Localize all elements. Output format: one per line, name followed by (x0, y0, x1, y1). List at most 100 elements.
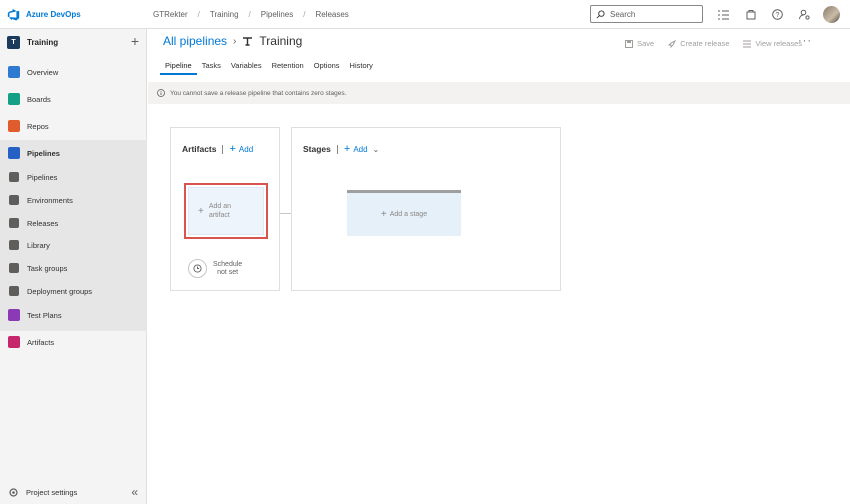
add-artifact-line1: Add an (208, 203, 232, 210)
sidebar-item-label: Test Plans (27, 310, 62, 320)
tab-history[interactable]: History (345, 61, 378, 75)
sidebar-item-label: Overview (27, 67, 59, 77)
stages-title: Stages (303, 144, 331, 154)
pipelines-bar-icon (9, 172, 19, 182)
all-pipelines-link[interactable]: All pipelines (163, 34, 227, 48)
sidebar-subitem-task-groups[interactable]: Task groups (0, 258, 147, 278)
tab-variables[interactable]: Variables (226, 61, 267, 75)
svg-text:?: ? (776, 12, 780, 19)
collapse-sidebar-icon[interactable]: « (131, 485, 138, 499)
chevron-down-icon: ⌄ (372, 144, 380, 154)
search-input[interactable] (610, 9, 700, 19)
divider (222, 144, 224, 154)
azure-devops-logo-icon (7, 8, 20, 21)
sidebar-subitem-deployment-groups[interactable]: Deployment groups (0, 281, 147, 301)
pipelines-rocket-icon (8, 147, 20, 159)
sidebar-item-label: Deployment groups (27, 286, 93, 296)
breadcrumb: GTRekter / Training / Pipelines / Releas… (153, 10, 349, 19)
breadcrumb-pipelines[interactable]: Pipelines (261, 10, 293, 19)
schedule-line1: Schedule (213, 260, 243, 268)
sidebar-item-boards[interactable]: Boards (0, 89, 147, 109)
sidebar-subitem-releases[interactable]: Releases (0, 213, 147, 233)
library-icon (9, 240, 19, 250)
deployment-groups-icon (9, 286, 19, 296)
breadcrumb-org[interactable]: GTRekter (153, 10, 188, 19)
toolbar-actions: Save Create release View releases (625, 39, 802, 48)
sidebar-subitem-pipelines[interactable]: Pipelines (0, 167, 147, 187)
search-box[interactable] (590, 5, 703, 23)
sidebar-subitem-library[interactable]: Library (0, 235, 147, 255)
project-name: Training (27, 37, 59, 47)
top-icons: ? (717, 8, 811, 21)
gear-icon (9, 487, 18, 497)
pipeline-name[interactable]: Training (259, 34, 302, 48)
schedule-text: Schedule not set (213, 261, 242, 277)
sidebar-item-test-plans[interactable]: Test Plans (0, 305, 147, 325)
breadcrumb-separator: / (303, 10, 306, 19)
sidebar-item-label: Library (27, 240, 50, 250)
pipeline-tabs: Pipeline Tasks Variables Retention Optio… (160, 61, 378, 75)
boards-icon (8, 93, 20, 105)
info-banner: You cannot save a release pipeline that … (148, 82, 850, 104)
avatar[interactable] (823, 6, 840, 23)
add-artifact-tile[interactable]: + Add an artifact (184, 183, 268, 239)
sidebar-subitem-environments[interactable]: Environments (0, 190, 147, 210)
info-icon (157, 89, 165, 97)
project-settings[interactable]: Project settings « (0, 480, 147, 504)
chevron-right-icon: › (233, 35, 237, 47)
breadcrumb-separator: / (248, 10, 251, 19)
add-stage-dropdown[interactable]: + Add ⌄ (343, 143, 380, 155)
add-artifact-link[interactable]: + Add (229, 144, 254, 155)
new-item-plus-icon[interactable]: + (131, 34, 139, 48)
schedule-trigger[interactable]: Schedule not set (188, 259, 242, 278)
add-label: Add (238, 144, 254, 154)
plus-icon: + (380, 209, 387, 220)
stages-header: Stages + Add ⌄ (303, 143, 380, 155)
add-stage-tile[interactable]: + Add a stage (347, 190, 461, 236)
project-header[interactable]: T Training + (7, 34, 141, 49)
add-stage-text: Add a stage (389, 211, 428, 218)
artifacts-card: Artifacts + Add + Add an artifact Schedu… (170, 127, 280, 291)
tab-options[interactable]: Options (309, 61, 345, 75)
artifacts-header: Artifacts + Add (182, 144, 254, 155)
sidebar-item-repos[interactable]: Repos (0, 116, 147, 136)
tab-retention[interactable]: Retention (267, 61, 309, 75)
repos-icon (8, 120, 20, 132)
stages-card: Stages + Add ⌄ + Add a stage (291, 127, 561, 291)
plus-icon: + (343, 143, 351, 155)
project-badge: T (7, 35, 20, 49)
tab-tasks[interactable]: Tasks (197, 61, 226, 75)
breadcrumb-project[interactable]: Training (210, 10, 239, 19)
help-icon[interactable]: ? (771, 8, 784, 21)
more-actions-icon[interactable]: ··· (798, 35, 812, 47)
sidebar-item-label: Boards (27, 94, 51, 104)
sidebar-item-overview[interactable]: Overview (0, 62, 147, 82)
view-releases-button[interactable]: View releases (743, 39, 802, 48)
overview-icon (8, 66, 20, 78)
view-releases-label: View releases (755, 39, 802, 48)
sidebar-item-pipelines[interactable]: Pipelines (0, 143, 147, 163)
release-pipeline-icon (243, 36, 253, 46)
artifacts-title: Artifacts (182, 144, 217, 154)
divider (336, 144, 338, 154)
breadcrumb-releases[interactable]: Releases (315, 10, 348, 19)
save-button[interactable]: Save (625, 39, 654, 48)
add-label: Add (353, 144, 368, 154)
save-label: Save (637, 39, 655, 48)
main-content: All pipelines › Training Save Create rel… (148, 29, 850, 504)
sidebar-item-label: Artifacts (27, 337, 55, 347)
marketplace-icon[interactable] (744, 8, 757, 21)
title-row: All pipelines › Training (163, 34, 302, 48)
rocket-icon (668, 39, 677, 48)
info-banner-text: You cannot save a release pipeline that … (170, 89, 347, 97)
pipeline-canvas: Artifacts + Add + Add an artifact Schedu… (148, 104, 850, 504)
user-settings-icon[interactable] (798, 8, 811, 21)
sidebar-item-artifacts[interactable]: Artifacts (0, 332, 147, 352)
create-release-button[interactable]: Create release (668, 39, 729, 48)
artifacts-icon (8, 336, 20, 348)
top-bar: Azure DevOps GTRekter / Training / Pipel… (0, 0, 850, 29)
task-list-icon[interactable] (717, 8, 730, 21)
tab-pipeline[interactable]: Pipeline (160, 61, 197, 75)
test-plans-icon (8, 309, 20, 321)
brand[interactable]: Azure DevOps (7, 8, 81, 21)
